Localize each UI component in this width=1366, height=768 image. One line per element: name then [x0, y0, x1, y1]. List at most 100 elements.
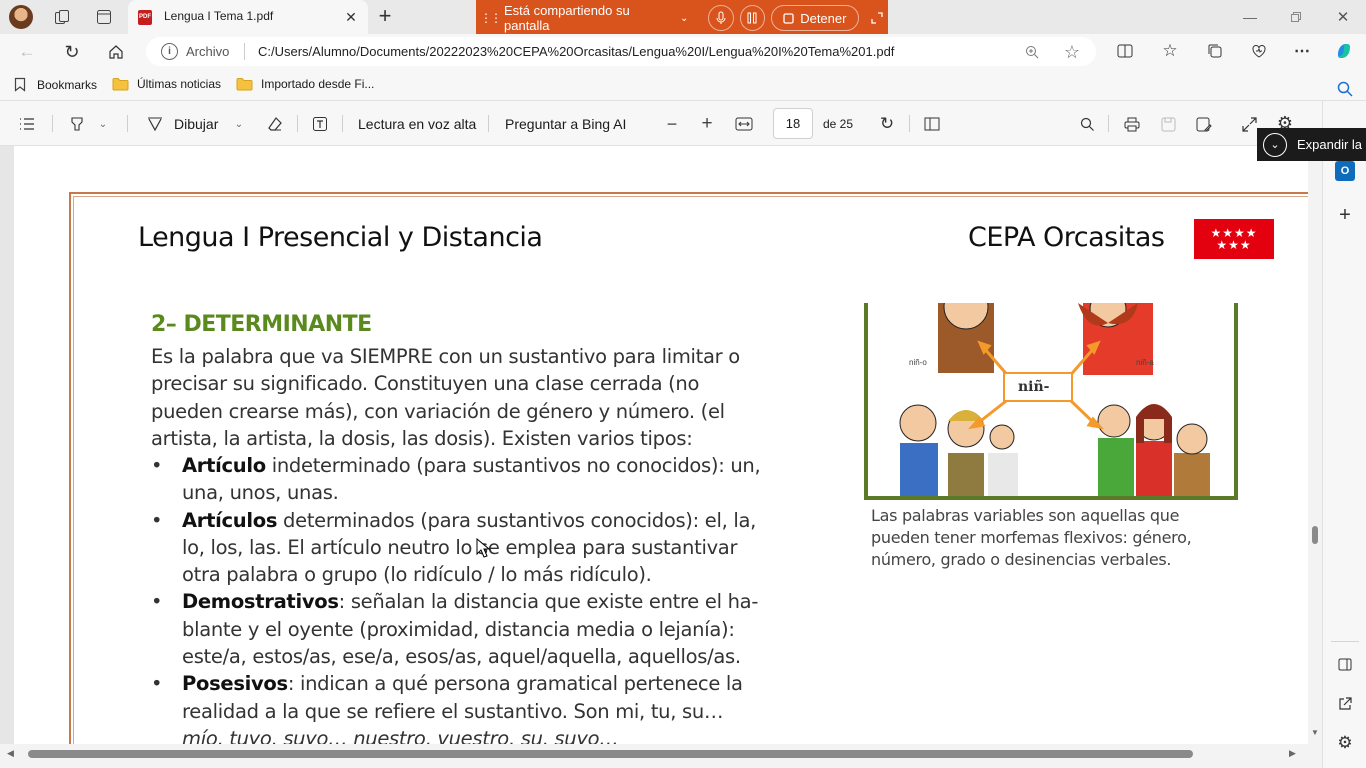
new-tab-icon[interactable]: + — [374, 3, 396, 28]
favorite-star-icon[interactable]: ☆ — [1061, 41, 1083, 63]
chevron-down-circle-icon: ⌄ — [1263, 132, 1287, 157]
minimize-icon[interactable]: — — [1240, 8, 1260, 26]
toolbar-divider — [127, 115, 128, 132]
info-icon[interactable]: i — [161, 43, 178, 60]
sidebar-panel-icon[interactable] — [1334, 653, 1356, 675]
madrid-flag: ★★★★ ★★★ — [1194, 219, 1274, 259]
add-sidebar-app-icon[interactable]: + — [1334, 204, 1356, 226]
intro-paragraph: Es la palabra que va SIEMPRE con un sust… — [151, 343, 831, 452]
bookmark-item-bookmarks[interactable]: Bookmarks — [14, 77, 97, 92]
caption-line: número, grado o desinencias verbales. — [871, 550, 1172, 569]
expand-popup[interactable]: ⌄ Expandir la — [1257, 128, 1366, 161]
draw-icon[interactable] — [144, 113, 166, 135]
stop-sharing-button[interactable]: Detener — [771, 5, 859, 31]
toolbar-divider — [1108, 115, 1109, 132]
text-line: artista, la artista, la dosis, las dosis… — [151, 426, 693, 450]
profile-avatar[interactable] — [9, 5, 33, 29]
caption-line: pueden tener morfemas flexivos: género, — [871, 528, 1192, 547]
save-as-icon[interactable] — [1193, 113, 1215, 135]
eraser-icon[interactable] — [264, 113, 286, 135]
address-bar[interactable]: i Archivo C:/Users/Alumno/Documents/2022… — [146, 37, 1096, 66]
zoom-in-icon[interactable]: + — [697, 113, 717, 135]
term: Artículos — [182, 508, 278, 532]
draw-dropdown-icon[interactable]: ⌄ — [232, 115, 246, 133]
zoom-icon[interactable] — [1022, 42, 1042, 62]
bullet-dot: • — [151, 454, 163, 477]
zoom-out-icon[interactable]: − — [662, 113, 682, 135]
page-view-icon[interactable] — [921, 113, 943, 135]
home-icon[interactable] — [105, 41, 127, 63]
scroll-right-arrow[interactable]: ▶ — [1289, 748, 1296, 759]
term: Posesivos — [182, 672, 288, 696]
horizontal-scroll-thumb[interactable] — [28, 750, 1193, 758]
bookmark-item-ultimas-noticias[interactable]: Últimas noticias — [112, 77, 221, 91]
highlight-icon[interactable] — [66, 113, 88, 135]
bookmark-item-importado[interactable]: Importado desde Fi... — [236, 77, 374, 91]
figure-caption: Las palabras variables son aquellas que … — [871, 505, 1251, 571]
list-item: • Demostrativos: señalan la distancia qu… — [151, 590, 759, 669]
text-line: precisar su significado. Constituyen una… — [151, 372, 700, 396]
share-status-text: Está compartiendo su pantalla — [504, 3, 630, 33]
stop-icon — [783, 12, 794, 24]
ask-bing-button[interactable]: Preguntar a Bing AI — [505, 116, 626, 132]
back-icon[interactable]: ← — [16, 41, 38, 63]
copilot-icon[interactable] — [1332, 39, 1356, 63]
find-icon[interactable] — [1076, 113, 1098, 135]
mic-button[interactable] — [708, 5, 734, 31]
fit-width-icon[interactable] — [733, 113, 755, 135]
list-item: • Artículos determinados (para sustantiv… — [151, 508, 757, 587]
page-number-input[interactable]: 18 — [773, 108, 813, 139]
tab-actions-icon[interactable] — [94, 7, 114, 27]
term: Artículo — [182, 454, 266, 477]
outlook-icon[interactable]: O — [1335, 161, 1355, 181]
close-tab-icon[interactable]: ✕ — [342, 8, 360, 26]
read-aloud-button[interactable]: Lectura en voz alta — [358, 116, 476, 132]
browser-essentials-icon[interactable] — [1248, 40, 1270, 62]
workspaces-icon[interactable] — [52, 7, 72, 27]
more-options-icon[interactable]: ⋯ — [1291, 40, 1313, 62]
star-row-icon: ★★★ — [1216, 238, 1252, 252]
vertical-scroll-thumb[interactable] — [1312, 526, 1318, 544]
tab-pdf[interactable]: PDF Lengua I Tema 1.pdf ✕ — [128, 0, 368, 34]
expand-share-icon[interactable] — [867, 5, 888, 31]
sidebar-settings-icon[interactable]: ⚙ — [1334, 732, 1356, 754]
highlight-dropdown-icon[interactable]: ⌄ — [96, 115, 110, 133]
sidebar-search-icon[interactable] — [1334, 78, 1356, 100]
save-icon[interactable] — [1157, 113, 1179, 135]
rotate-icon[interactable]: ↻ — [876, 113, 898, 135]
page-total: de 25 — [823, 117, 854, 131]
term: Demostrativos — [182, 590, 339, 614]
split-screen-icon[interactable] — [1114, 40, 1136, 62]
text-box-icon[interactable] — [309, 113, 331, 135]
figure-left-label: niñ-o — [909, 358, 927, 367]
pause-button[interactable] — [739, 5, 766, 31]
bookmarks-bar: Bookmarks Últimas noticias Importado des… — [0, 70, 1366, 101]
screen-share-bar: ⋮⋮ Está compartiendo su pantalla ⌄ Deten… — [476, 0, 888, 36]
text-line: pueden crearse más), con variación de gé… — [151, 399, 725, 423]
favorites-icon[interactable]: ☆ — [1159, 40, 1181, 62]
draw-button[interactable]: Dibujar — [174, 116, 218, 132]
horizontal-scrollbar[interactable]: ◀ ▶ — [0, 744, 1322, 764]
folder-icon — [236, 78, 253, 91]
bookmark-icon — [14, 77, 26, 92]
toolbar-divider — [488, 115, 489, 132]
pdf-viewer[interactable]: Lengua I Presencial y Distancia CEPA Orc… — [0, 146, 1322, 744]
drag-handle-icon[interactable]: ⋮⋮ — [480, 11, 502, 25]
table-of-contents-icon[interactable] — [16, 113, 38, 135]
collections-icon[interactable] — [1204, 40, 1226, 62]
open-external-icon[interactable] — [1334, 693, 1356, 715]
scroll-left-arrow[interactable]: ◀ — [7, 748, 14, 759]
section-title: 2– DETERMINANTE — [151, 312, 372, 337]
scroll-down-arrow[interactable]: ▼ — [1311, 728, 1319, 737]
illustration-figure: niñ- niñ-o niñ-a — [864, 303, 1238, 500]
tab-title: Lengua I Tema 1.pdf — [164, 9, 274, 23]
bullet-dot: • — [151, 672, 163, 696]
refresh-icon[interactable]: ↻ — [61, 41, 83, 63]
chevron-down-icon[interactable]: ⌄ — [680, 13, 688, 24]
file-scheme-label: Archivo — [186, 44, 230, 59]
toolbar-divider — [909, 115, 910, 132]
vertical-scrollbar[interactable]: ▲ ▼ — [1308, 146, 1322, 744]
close-window-icon[interactable]: ✕ — [1333, 8, 1353, 26]
print-icon[interactable] — [1121, 113, 1143, 135]
restore-icon[interactable] — [1286, 8, 1306, 26]
